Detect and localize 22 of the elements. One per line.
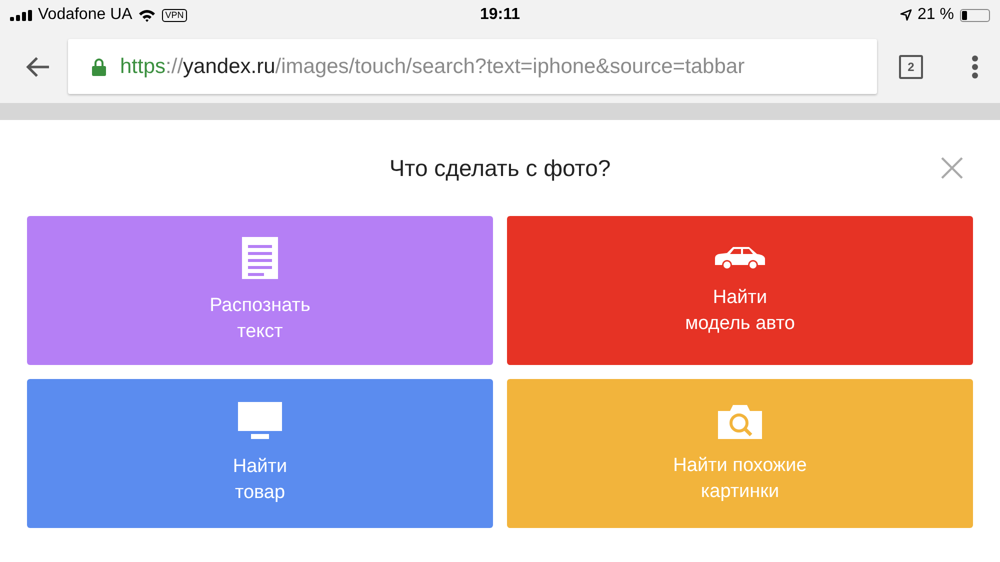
action-button[interactable]: Распознать текст bbox=[27, 216, 493, 365]
clock-time: 19:11 bbox=[480, 6, 520, 24]
battery-icon bbox=[960, 8, 990, 22]
lock-icon bbox=[92, 58, 106, 76]
car-icon bbox=[713, 244, 767, 270]
wifi-icon bbox=[138, 8, 156, 22]
signal-icon bbox=[10, 10, 32, 20]
battery-percent: 21 % bbox=[918, 6, 954, 24]
camera-icon bbox=[718, 402, 762, 438]
more-menu-icon[interactable] bbox=[971, 54, 979, 78]
vpn-badge: VPN bbox=[162, 8, 187, 22]
document-icon bbox=[242, 236, 278, 278]
monitor-icon bbox=[238, 402, 282, 440]
address-bar[interactable]: https://yandex.ru/images/touch/search?text=iphone&source=tabbar bbox=[68, 39, 877, 94]
tab-count-button[interactable]: 2 bbox=[899, 54, 923, 78]
back-arrow-icon[interactable] bbox=[26, 56, 50, 78]
carrier-name: Vodafone UA bbox=[38, 6, 132, 24]
url-text: https://yandex.ru/images/touch/search?text=iphone&source=tabbar bbox=[120, 54, 745, 78]
location-arrow-icon bbox=[900, 9, 912, 21]
dialog-title: Что сделать с фото? bbox=[389, 154, 611, 182]
action-button[interactable]: Найти модель авто bbox=[507, 216, 973, 365]
action-button[interactable]: Найти товар bbox=[27, 379, 493, 528]
